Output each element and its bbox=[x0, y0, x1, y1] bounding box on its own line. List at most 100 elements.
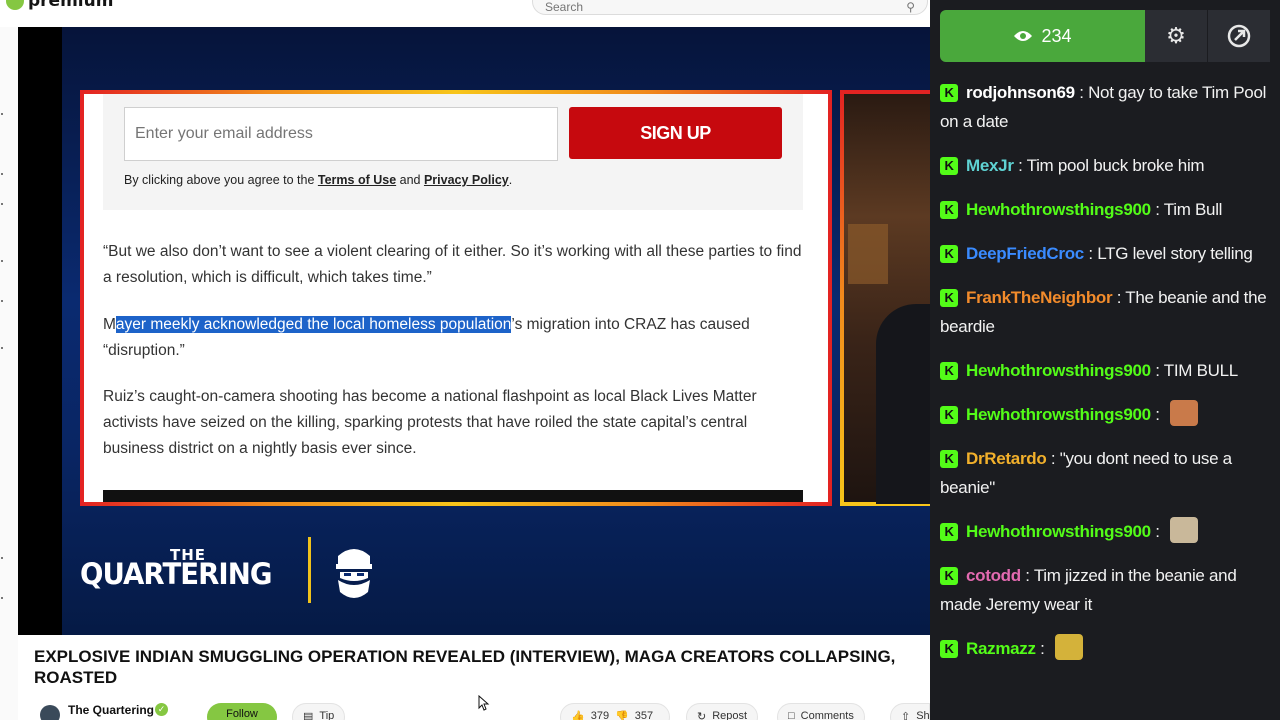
sidebar-dot bbox=[1, 557, 3, 559]
chat-message: K Razmazz : bbox=[940, 634, 1270, 663]
article-screenshot: SIGN UP By clicking above you agree to t… bbox=[84, 94, 828, 502]
popout-button[interactable] bbox=[1208, 10, 1270, 62]
settings-button[interactable]: ⚙ bbox=[1145, 10, 1207, 62]
app-root: premium ⚲ SIGN UP By clicking above you … bbox=[0, 0, 1280, 720]
kick-badge-icon: K bbox=[940, 567, 958, 585]
chat-username[interactable]: Hewhothrowsthings900 bbox=[966, 200, 1151, 219]
tip-icon: ▤ bbox=[303, 711, 314, 720]
brand-divider bbox=[308, 537, 311, 603]
viewer-count-badge: 234 bbox=[940, 10, 1145, 62]
logo-text: premium bbox=[28, 0, 114, 11]
share-button[interactable]: ⇧ Sh bbox=[890, 703, 930, 720]
chat-separator: : bbox=[1112, 288, 1126, 307]
dislike-count: 357 bbox=[634, 710, 654, 720]
share-icon: ⇧ bbox=[901, 711, 911, 720]
chat-panel: 234 ⚙ Krodjohnson69 : Not gay to take Ti… bbox=[930, 0, 1280, 720]
popout-icon bbox=[1227, 24, 1251, 48]
kick-badge-icon: K bbox=[940, 406, 958, 424]
channel-name[interactable]: The Quartering bbox=[68, 703, 154, 717]
chat-username[interactable]: Hewhothrowsthings900 bbox=[966, 361, 1151, 380]
site-logo[interactable]: premium bbox=[6, 0, 113, 11]
eye-icon bbox=[1014, 31, 1033, 41]
chat-username[interactable]: FrankTheNeighbor bbox=[966, 288, 1113, 307]
chat-separator: : bbox=[1035, 639, 1049, 658]
chat-text: Tim Bull bbox=[1163, 200, 1223, 219]
newsletter-panel: SIGN UP By clicking above you agree to t… bbox=[103, 94, 803, 210]
email-field[interactable] bbox=[124, 107, 558, 161]
thumbs-up-icon[interactable]: 👍 bbox=[571, 710, 585, 720]
chat-username[interactable]: rodjohnson69 bbox=[966, 83, 1075, 102]
chat-text: Tim pool buck broke him bbox=[1026, 156, 1205, 175]
like-count: 379 bbox=[590, 710, 610, 720]
chat-message: K Hewhothrowsthings900 : TIM BULL bbox=[940, 356, 1270, 385]
chat-separator: : bbox=[1013, 156, 1027, 175]
tip-button[interactable]: ▤ Tip bbox=[292, 703, 346, 720]
chat-username[interactable]: cotodd bbox=[966, 566, 1021, 585]
chat-message: K DeepFriedCroc : LTG level story telling bbox=[940, 239, 1270, 268]
highlighted-text: ayer meekly acknowledged the local homel… bbox=[115, 316, 512, 333]
terms-prefix: By clicking above you agree to the bbox=[124, 173, 318, 187]
chat-message: K Hewhothrowsthings900 : bbox=[940, 400, 1270, 429]
webcam-background bbox=[848, 224, 888, 284]
chat-text: TIM BULL bbox=[1163, 361, 1238, 380]
webcam-feed bbox=[844, 94, 930, 504]
emote-icon bbox=[1054, 634, 1083, 660]
kick-badge-icon: K bbox=[940, 245, 958, 263]
comments-button[interactable]: □ Comments bbox=[777, 703, 865, 720]
article-paragraph: Mayer meekly acknowledged the local home… bbox=[103, 312, 808, 364]
chat-username[interactable]: Razmazz bbox=[966, 639, 1036, 658]
vote-buttons[interactable]: 👍 379 👎 357 bbox=[560, 703, 670, 720]
chat-separator: : bbox=[1150, 405, 1165, 424]
chat-separator: : bbox=[1074, 83, 1089, 102]
chat-messages: Krodjohnson69 : Not gay to take Tim Pool… bbox=[940, 78, 1270, 678]
chat-username[interactable]: Hewhothrowsthings900 bbox=[966, 405, 1151, 424]
chat-separator: : bbox=[1150, 200, 1164, 219]
search-input[interactable] bbox=[545, 0, 875, 14]
mask-logo-icon bbox=[336, 549, 372, 598]
tip-label: Tip bbox=[319, 710, 335, 720]
chat-username[interactable]: DrRetardo bbox=[966, 449, 1047, 468]
article-paragraph: Ruiz’s caught-on-camera shooting has bec… bbox=[103, 388, 757, 457]
search-icon[interactable]: ⚲ bbox=[906, 0, 915, 14]
follow-button[interactable]: Follow bbox=[207, 703, 277, 720]
search-bar[interactable]: ⚲ bbox=[532, 0, 928, 15]
chat-username[interactable]: MexJr bbox=[966, 156, 1014, 175]
chat-message: K Hewhothrowsthings900 : Tim Bull bbox=[940, 195, 1270, 224]
channel-avatar[interactable] bbox=[40, 705, 60, 720]
privacy-policy-link[interactable]: Privacy Policy bbox=[424, 173, 509, 187]
gear-icon: ⚙ bbox=[1166, 23, 1186, 48]
chat-separator: : bbox=[1020, 566, 1034, 585]
terms-mid: and bbox=[396, 173, 424, 187]
terms-of-use-link[interactable]: Terms of Use bbox=[318, 173, 396, 187]
video-player[interactable]: SIGN UP By clicking above you agree to t… bbox=[18, 27, 930, 635]
kick-badge-icon: K bbox=[940, 201, 958, 219]
article-frame: SIGN UP By clicking above you agree to t… bbox=[80, 90, 832, 506]
chat-username[interactable]: DeepFriedCroc bbox=[966, 244, 1084, 263]
terms-suffix: . bbox=[508, 173, 513, 187]
para-text: M bbox=[103, 316, 116, 333]
kick-badge-icon: K bbox=[940, 450, 958, 468]
chat-message: Krodjohnson69 : Not gay to take Tim Pool… bbox=[940, 78, 1270, 136]
verified-icon: ✓ bbox=[155, 703, 168, 716]
chat-separator: : bbox=[1150, 522, 1165, 541]
logo-icon bbox=[6, 0, 24, 10]
share-label: Sh bbox=[916, 710, 930, 720]
chat-username[interactable]: Hewhothrowsthings900 bbox=[966, 522, 1151, 541]
kick-badge-icon: K bbox=[940, 289, 958, 307]
sidebar-dot bbox=[1, 173, 3, 175]
emote-icon bbox=[1170, 400, 1199, 426]
sidebar-dot bbox=[1, 300, 3, 302]
sign-up-button[interactable]: SIGN UP bbox=[569, 107, 782, 159]
emote-icon bbox=[1170, 517, 1199, 543]
viewer-count: 234 bbox=[1041, 25, 1072, 46]
chat-separator: : bbox=[1083, 244, 1098, 263]
repost-button[interactable]: ↻ Repost bbox=[686, 703, 759, 720]
thumbs-down-icon[interactable]: 👎 bbox=[615, 710, 629, 720]
sidebar-dot bbox=[1, 347, 3, 349]
chat-message: K DrRetardo : "you dont need to use a bea… bbox=[940, 444, 1270, 502]
article-image-edge bbox=[103, 490, 803, 502]
kick-badge-icon: K bbox=[940, 84, 958, 102]
comments-label: Comments bbox=[800, 710, 854, 720]
chat-separator: : bbox=[1046, 449, 1060, 468]
top-bar: premium ⚲ bbox=[0, 0, 930, 27]
